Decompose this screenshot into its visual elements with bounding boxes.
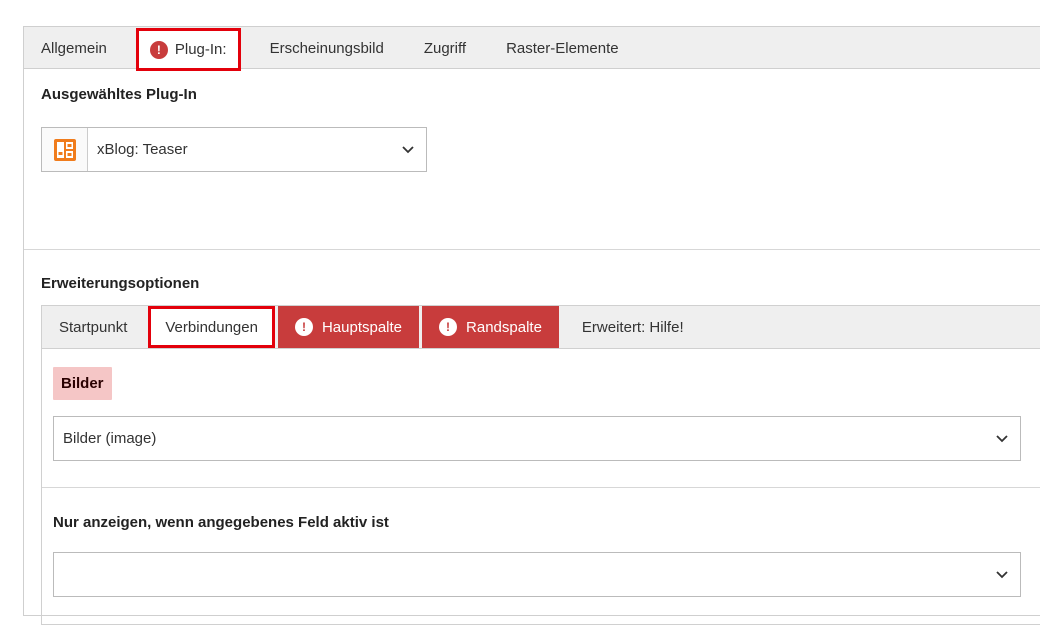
tab-allgemein-label: Allgemein: [41, 39, 107, 57]
condition-select[interactable]: [53, 552, 1021, 597]
plugin-select-value: xBlog: Teaser: [97, 141, 188, 158]
tab-randspalte[interactable]: ! Randspalte: [422, 306, 559, 348]
chevron-down-icon: [984, 434, 1020, 443]
tab-erscheinungsbild[interactable]: Erscheinungsbild: [260, 28, 394, 68]
exclamation-circle-icon: !: [294, 318, 313, 336]
plugin-section: Ausgewähltes Plug-In xBlog: Teaser: [24, 69, 1040, 250]
tab-erweitert-hilfe-label: Erweitert: Hilfe!: [581, 318, 684, 336]
tab-verbindungen-label: Verbindungen: [165, 318, 258, 336]
exclamation-circle-icon: !: [149, 40, 168, 59]
chevron-down-icon: [984, 570, 1020, 579]
plugin-heading: Ausgewähltes Plug-In: [41, 86, 197, 103]
extension-heading: Erweiterungsoptionen: [41, 275, 200, 292]
tab-startpunkt[interactable]: Startpunkt: [42, 306, 144, 348]
extension-section: Erweiterungsoptionen Startpunkt Verbindu…: [24, 250, 1040, 625]
tab-allgemein[interactable]: Allgemein: [32, 28, 117, 68]
tab-startpunkt-label: Startpunkt: [59, 318, 128, 336]
tab-raster-elemente[interactable]: Raster-Elemente: [496, 28, 629, 68]
plugin-icon-cell: [42, 128, 88, 171]
tab-hauptspalte-label: Hauptspalte: [321, 318, 403, 336]
tab-plugin[interactable]: ! Plug-In:: [135, 28, 241, 71]
bilder-label: Bilder: [53, 367, 112, 400]
tab-erscheinungsbild-label: Erscheinungsbild: [269, 39, 384, 57]
tab-verbindungen[interactable]: Verbindungen: [148, 306, 275, 348]
extension-tab-bar: Startpunkt Verbindungen ! Hauptspalte ! …: [41, 305, 1040, 349]
plugin-select[interactable]: xBlog: Teaser: [41, 127, 427, 172]
tab-raster-elemente-label: Raster-Elemente: [506, 39, 619, 57]
condition-label: Nur anzeigen, wenn angegebenes Feld akti…: [53, 514, 389, 531]
plugin-teaser-icon: [53, 138, 76, 161]
bilder-select-value: Bilder (image): [63, 430, 157, 447]
chevron-down-icon: [390, 128, 426, 171]
tab-zugriff-label: Zugriff: [423, 39, 467, 57]
main-tab-bar: Allgemein ! Plug-In: Erscheinungsbild Zu…: [24, 27, 1040, 71]
tab-hauptspalte[interactable]: ! Hauptspalte: [277, 306, 420, 348]
verbindungen-panel: Bilder Bilder (image) Nur anzeigen, wenn…: [41, 349, 1040, 625]
tab-zugriff[interactable]: Zugriff: [414, 28, 476, 68]
exclamation-circle-icon: !: [439, 318, 458, 336]
divider: [42, 487, 1040, 488]
tab-plugin-label: Plug-In:: [174, 41, 227, 58]
tab-randspalte-label: Randspalte: [466, 318, 542, 336]
content-element-editor: Allgemein ! Plug-In: Erscheinungsbild Zu…: [23, 26, 1040, 625]
bilder-select[interactable]: Bilder (image): [53, 416, 1021, 461]
tab-erweitert-hilfe[interactable]: Erweitert: Hilfe!: [562, 306, 701, 348]
